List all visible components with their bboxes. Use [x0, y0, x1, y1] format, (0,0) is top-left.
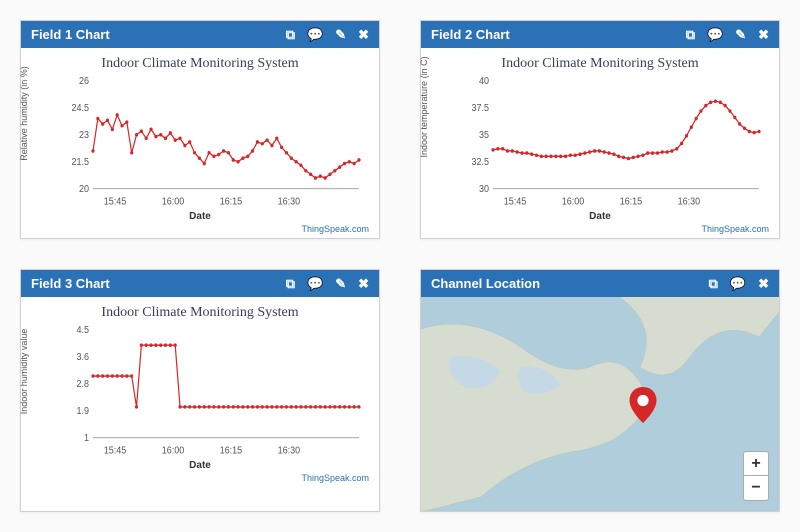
chart-plot-area: 20 21.5 23 24.5 26 15:45 16:00 16:15 16:30 [65, 74, 365, 209]
panel-header: Field 1 Chart ⧉ 💬 ✎ ✖ [21, 21, 379, 48]
popout-icon[interactable]: ⧉ [286, 28, 295, 41]
channel-location-panel: Channel Location ⧉ 💬 ✖ + − [420, 269, 780, 512]
panel-title: Field 2 Chart [431, 27, 686, 42]
edit-icon[interactable]: ✎ [335, 28, 346, 41]
svg-text:30: 30 [479, 184, 489, 196]
chart-title: Indoor Climate Monitoring System [27, 305, 373, 321]
close-icon[interactable]: ✖ [358, 277, 369, 290]
x-axis-label: Date [27, 211, 373, 222]
zoom-out-button[interactable]: − [744, 476, 768, 500]
map-terrain [421, 297, 779, 511]
panel-header: Channel Location ⧉ 💬 ✖ [421, 270, 779, 297]
map-canvas[interactable]: + − [421, 297, 779, 511]
popout-icon[interactable]: ⧉ [709, 277, 718, 290]
close-icon[interactable]: ✖ [758, 277, 769, 290]
panel-actions: ⧉ 💬 ✎ ✖ [286, 277, 369, 290]
attribution-link[interactable]: ThingSpeak.com [701, 224, 769, 234]
svg-text:15:45: 15:45 [504, 196, 526, 208]
svg-text:15:45: 15:45 [104, 196, 126, 208]
svg-text:16:00: 16:00 [162, 196, 184, 208]
svg-text:24.5: 24.5 [72, 103, 89, 115]
y-axis-label: Indoor humidity value [19, 329, 29, 415]
popout-icon[interactable]: ⧉ [686, 28, 695, 41]
popout-icon[interactable]: ⧉ [286, 277, 295, 290]
panel-actions: ⧉ 💬 ✖ [709, 277, 769, 290]
svg-text:16:00: 16:00 [162, 445, 184, 457]
x-axis-label: Date [27, 460, 373, 471]
svg-text:21.5: 21.5 [72, 157, 89, 169]
comment-icon[interactable]: 💬 [707, 28, 723, 41]
comment-icon[interactable]: 💬 [730, 277, 746, 290]
field3-chart-panel: Field 3 Chart ⧉ 💬 ✎ ✖ Indoor Climate Mon… [20, 269, 380, 512]
panel-body: Indoor Climate Monitoring System Relativ… [21, 48, 379, 238]
svg-text:1.9: 1.9 [77, 406, 89, 418]
chart-title: Indoor Climate Monitoring System [427, 56, 773, 72]
svg-text:16:30: 16:30 [678, 196, 700, 208]
panel-header: Field 3 Chart ⧉ 💬 ✎ ✖ [21, 270, 379, 297]
svg-text:2.8: 2.8 [77, 379, 89, 391]
edit-icon[interactable]: ✎ [735, 28, 746, 41]
svg-text:35: 35 [479, 130, 489, 142]
chart-plot-area: 1 1.9 2.8 3.6 4.5 15:45 16:00 16:15 16:30 [65, 323, 365, 458]
panel-actions: ⧉ 💬 ✎ ✖ [686, 28, 769, 41]
field1-chart-panel: Field 1 Chart ⧉ 💬 ✎ ✖ Indoor Climate Mon… [20, 20, 380, 239]
svg-text:16:15: 16:15 [620, 196, 642, 208]
svg-text:16:00: 16:00 [562, 196, 584, 208]
svg-text:20: 20 [79, 184, 89, 196]
comment-icon[interactable]: 💬 [307, 277, 323, 290]
location-pin-icon [629, 387, 657, 423]
svg-text:26: 26 [79, 76, 89, 88]
field2-chart-panel: Field 2 Chart ⧉ 💬 ✎ ✖ Indoor Climate Mon… [420, 20, 780, 239]
panel-body: Indoor Climate Monitoring System Indoor … [421, 48, 779, 238]
panel-actions: ⧉ 💬 ✎ ✖ [286, 28, 369, 41]
svg-text:16:30: 16:30 [278, 196, 300, 208]
svg-text:23: 23 [79, 130, 89, 142]
x-axis-label: Date [427, 211, 773, 222]
comment-icon[interactable]: 💬 [307, 28, 323, 41]
close-icon[interactable]: ✖ [758, 28, 769, 41]
zoom-in-button[interactable]: + [744, 452, 768, 476]
attribution-link[interactable]: ThingSpeak.com [301, 473, 369, 483]
chart-title: Indoor Climate Monitoring System [27, 56, 373, 72]
panel-header: Field 2 Chart ⧉ 💬 ✎ ✖ [421, 21, 779, 48]
svg-text:40: 40 [479, 76, 489, 88]
y-axis-label: Relative humidity (in %) [19, 66, 29, 161]
svg-text:3.6: 3.6 [77, 352, 89, 364]
y-axis-label: Indoor temperature (in C) [419, 56, 429, 157]
svg-text:1: 1 [84, 433, 89, 445]
edit-icon[interactable]: ✎ [335, 277, 346, 290]
svg-text:15:45: 15:45 [104, 445, 126, 457]
svg-text:32.5: 32.5 [472, 157, 489, 169]
panel-title: Field 1 Chart [31, 27, 286, 42]
zoom-control: + − [743, 451, 769, 501]
attribution-link[interactable]: ThingSpeak.com [301, 224, 369, 234]
panel-body: Indoor Climate Monitoring System Indoor … [21, 297, 379, 487]
panel-title: Field 3 Chart [31, 276, 286, 291]
close-icon[interactable]: ✖ [358, 28, 369, 41]
svg-text:4.5: 4.5 [77, 325, 89, 337]
svg-text:16:15: 16:15 [220, 445, 242, 457]
svg-text:37.5: 37.5 [472, 103, 489, 115]
chart-plot-area: 30 32.5 35 37.5 40 15:45 16:00 16:15 16:30 [465, 74, 765, 209]
panel-title: Channel Location [431, 276, 709, 291]
svg-text:16:15: 16:15 [220, 196, 242, 208]
svg-text:16:30: 16:30 [278, 445, 300, 457]
